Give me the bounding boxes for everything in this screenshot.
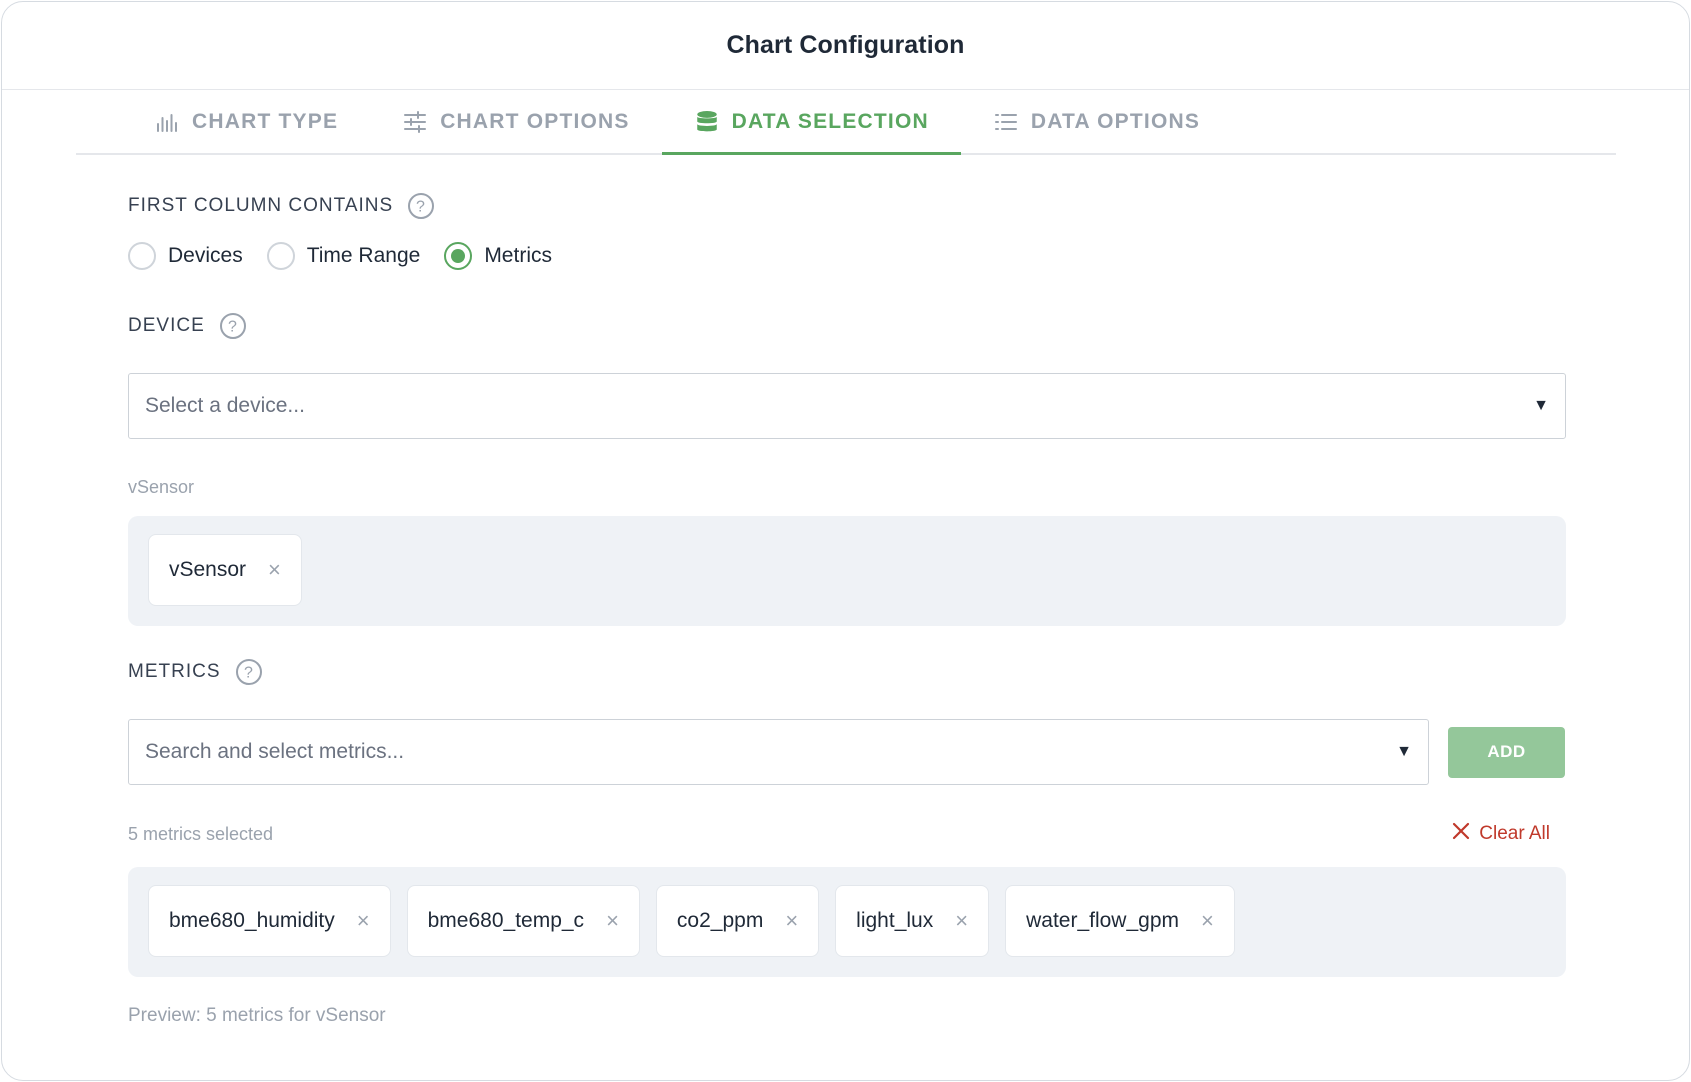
chip-label: bme680_temp_c <box>427 909 585 932</box>
metric-chip: bme680_humidity × <box>148 885 391 957</box>
radio-label: Metrics <box>484 244 552 267</box>
device-select[interactable]: Select a device... ▼ <box>128 373 1566 439</box>
device-chip: vSensor × <box>148 534 302 606</box>
tab-label: DATA OPTIONS <box>1030 109 1201 133</box>
chip-label: vSensor <box>169 558 247 581</box>
radio-button[interactable] <box>444 242 473 270</box>
chip-label: water_flow_gpm <box>1026 909 1179 932</box>
caret-down-icon: ▼ <box>1533 397 1549 414</box>
device-label: DEVICE <box>128 315 205 336</box>
sliders-icon <box>402 109 428 135</box>
close-icon[interactable]: × <box>606 910 619 932</box>
tab-data-options[interactable]: DATA OPTIONS <box>961 90 1232 153</box>
metrics-status-row: 5 metrics selected Clear All <box>128 821 1566 847</box>
svg-text:?: ? <box>244 665 254 682</box>
device-select-placeholder: Select a device... <box>145 394 305 417</box>
close-icon <box>1451 821 1471 847</box>
chip-label: co2_ppm <box>676 909 764 932</box>
radio-option-devices[interactable]: Devices <box>128 242 243 270</box>
radio-option-time-range[interactable]: Time Range <box>266 242 421 270</box>
tab-chart-type[interactable]: CHART TYPE <box>76 90 370 153</box>
first-column-label: FIRST COLUMN CONTAINS <box>128 195 394 216</box>
close-icon[interactable]: × <box>1201 910 1214 932</box>
selected-device-caption: vSensor <box>128 477 195 497</box>
dialog-title: Chart Configuration <box>726 31 965 59</box>
chip-label: bme680_humidity <box>169 909 335 932</box>
tab-label: DATA SELECTION <box>731 109 929 133</box>
help-icon[interactable]: ? <box>407 192 435 220</box>
radio-button[interactable] <box>266 242 295 270</box>
metric-chip: water_flow_gpm × <box>1005 885 1235 957</box>
close-icon[interactable]: × <box>357 910 370 932</box>
metrics-label-row: METRICS ? <box>128 658 1566 686</box>
metric-chip: bme680_temp_c × <box>406 885 640 957</box>
database-icon <box>694 109 720 135</box>
tab-chart-options[interactable]: CHART OPTIONS <box>370 90 661 153</box>
radio-button[interactable] <box>128 242 156 270</box>
metrics-count: 5 metrics selected <box>128 823 274 844</box>
close-icon[interactable]: × <box>785 910 798 932</box>
svg-text:?: ? <box>416 199 426 216</box>
chip-label: light_lux <box>856 909 934 932</box>
selected-devices-box: vSensor × <box>128 516 1566 626</box>
radio-option-metrics[interactable]: Metrics <box>444 242 552 270</box>
help-icon[interactable]: ? <box>235 658 263 686</box>
caret-down-icon: ▼ <box>1396 743 1412 760</box>
dialog-header: Chart Configuration <box>2 2 1689 90</box>
metrics-label: METRICS <box>128 661 221 682</box>
device-label-row: DEVICE ? <box>128 312 1566 340</box>
radio-label: Devices <box>168 244 243 267</box>
radio-label: Time Range <box>306 244 421 267</box>
help-icon[interactable]: ? <box>219 312 247 340</box>
first-column-label-row: FIRST COLUMN CONTAINS ? <box>128 192 1566 220</box>
metric-chip: co2_ppm × <box>655 885 820 957</box>
close-icon[interactable]: × <box>955 910 968 932</box>
metrics-select[interactable]: Search and select metrics... ▼ <box>128 719 1429 785</box>
clear-all-button[interactable]: Clear All <box>1451 821 1550 847</box>
chart-configuration-dialog: Chart Configuration CHART TYPE CHART OPT… <box>1 1 1690 1081</box>
tab-label: CHART OPTIONS <box>440 109 630 133</box>
preview-text: Preview: 5 metrics for vSensor <box>128 1005 386 1026</box>
metrics-select-placeholder: Search and select metrics... <box>145 740 405 763</box>
svg-text:?: ? <box>228 319 238 336</box>
metrics-input-row: Search and select metrics... ▼ ADD <box>128 719 1566 785</box>
metric-chip: light_lux × <box>835 885 990 957</box>
clear-all-label: Clear All <box>1479 823 1550 844</box>
first-column-radio-group: Devices Time Range Metrics <box>128 242 1566 270</box>
list-icon <box>993 109 1019 135</box>
close-icon[interactable]: × <box>268 559 281 581</box>
data-selection-panel: FIRST COLUMN CONTAINS ? Devices Time Ran… <box>128 155 1566 1027</box>
tab-label: CHART TYPE <box>192 109 339 133</box>
bar-chart-icon <box>154 109 180 135</box>
add-metric-button[interactable]: ADD <box>1448 726 1565 778</box>
selected-metrics-box: bme680_humidity × bme680_temp_c × co2_pp… <box>128 867 1566 977</box>
tab-bar: CHART TYPE CHART OPTIONS DATA SELECTION … <box>76 90 1616 155</box>
tab-data-selection[interactable]: DATA SELECTION <box>661 90 962 155</box>
